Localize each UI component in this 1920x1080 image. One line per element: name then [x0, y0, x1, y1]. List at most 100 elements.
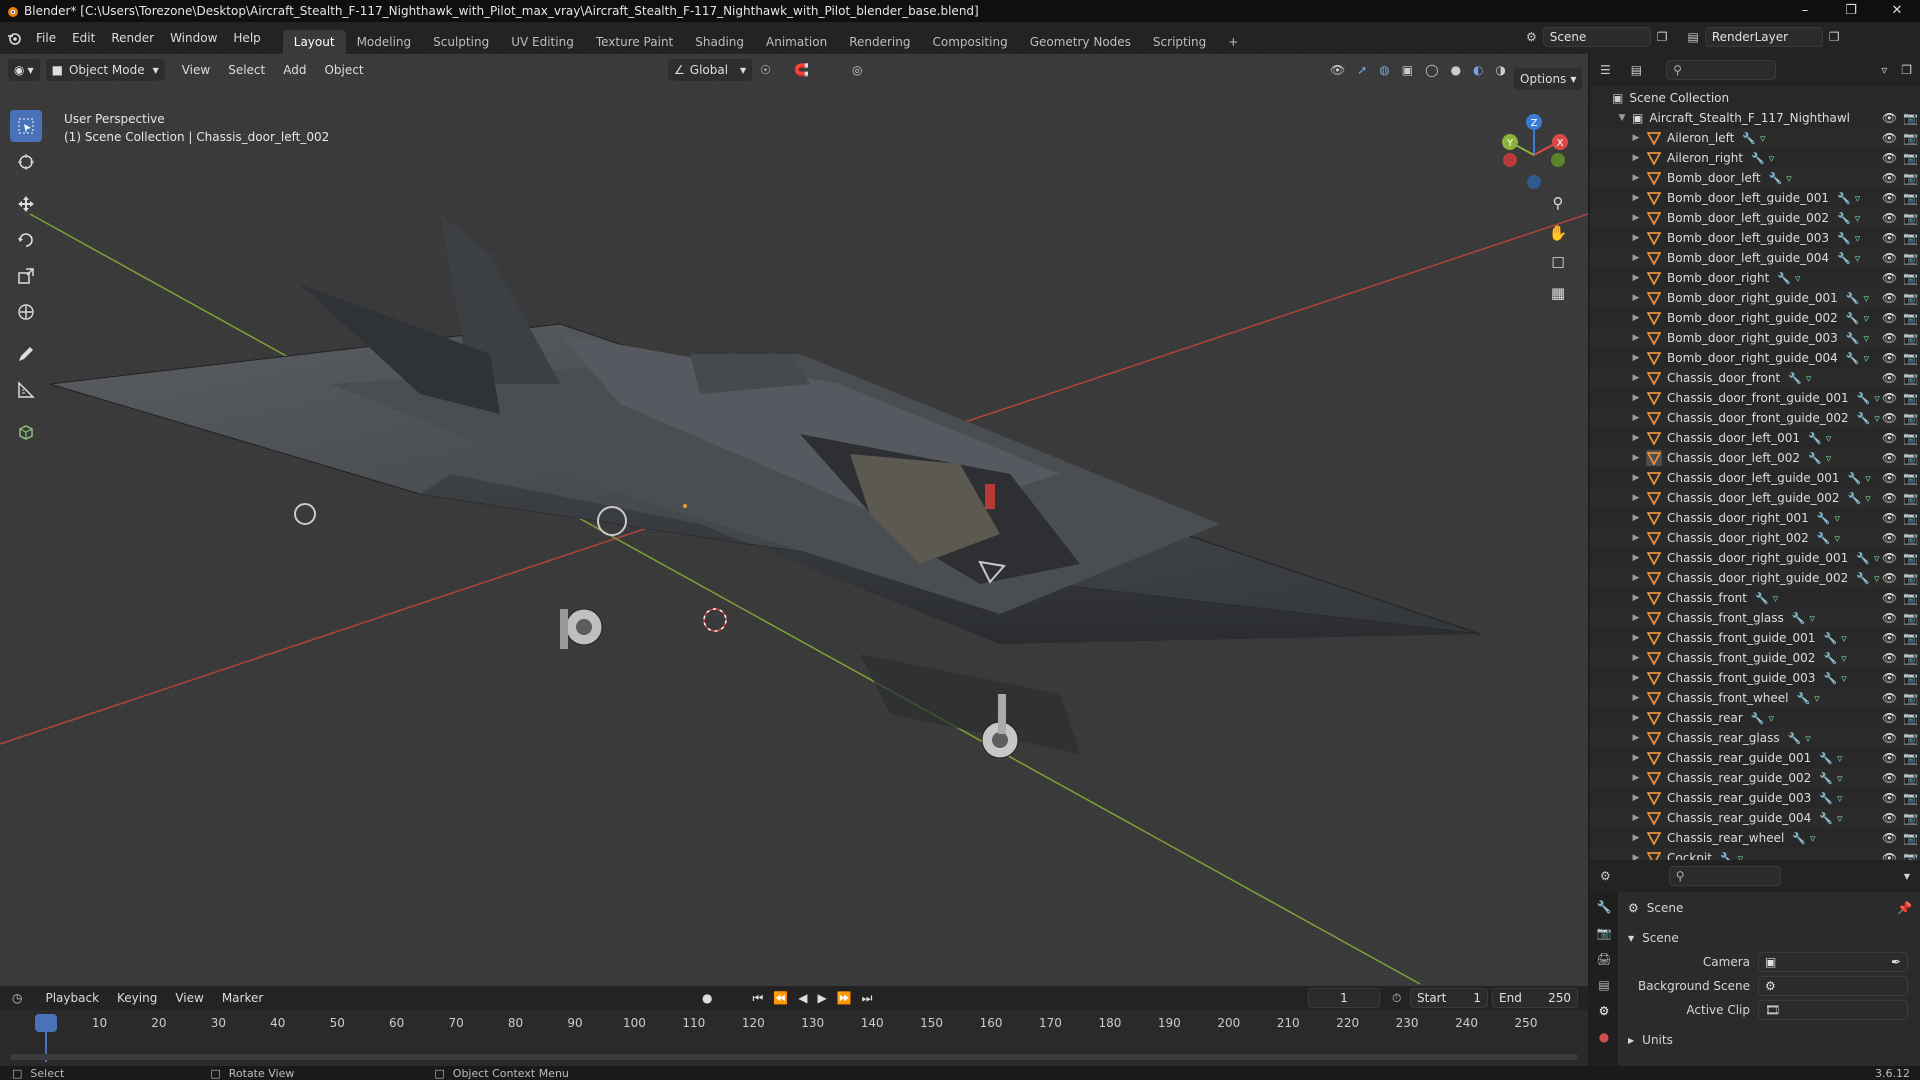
3d-viewport[interactable]: Z X Y User Perspective (1) Scene Collect… — [0, 54, 1588, 986]
mesh-data-icon[interactable]: ▿ — [1806, 372, 1812, 385]
mesh-data-icon[interactable]: ▿ — [1863, 352, 1869, 365]
eye-icon[interactable]: 👁 — [1882, 151, 1897, 165]
tab-layout[interactable]: Layout — [282, 30, 346, 54]
camera-render-icon[interactable]: 📷 — [1903, 431, 1918, 445]
pivot-icon[interactable]: ☉ — [760, 63, 771, 77]
modifier-wrench-icon[interactable]: 🔧 — [1788, 732, 1802, 745]
modifier-wrench-icon[interactable]: 🔧 — [1797, 692, 1811, 705]
tab-scripting[interactable]: Scripting — [1142, 30, 1217, 54]
scene-section-header[interactable]: ▼ Scene — [1628, 926, 1912, 950]
collapse-icon[interactable]: ▼ — [1616, 113, 1628, 123]
view-layer-selector[interactable]: RenderLayer — [1704, 27, 1823, 47]
mesh-data-icon[interactable]: ▿ — [1855, 212, 1861, 225]
eye-icon[interactable]: 👁 — [1882, 451, 1897, 465]
mesh-data-icon[interactable]: ▿ — [1760, 132, 1766, 145]
mesh-data-icon[interactable]: ▿ — [1865, 492, 1871, 505]
outliner-item[interactable]: ▶ Chassis_rear_wheel 🔧 ▿ 👁 📷 — [1590, 828, 1920, 848]
tab-texture-paint[interactable]: Texture Paint — [585, 30, 684, 54]
transform-orientation-selector[interactable]: ∠ Global ▼ — [668, 59, 753, 81]
minimize-button[interactable]: – — [1782, 0, 1828, 22]
expand-icon[interactable]: ▶ — [1630, 313, 1642, 323]
mesh-data-icon[interactable]: ▿ — [1837, 812, 1843, 825]
mesh-data-icon[interactable]: ▿ — [1768, 712, 1774, 725]
eye-icon[interactable]: 👁 — [1882, 111, 1897, 125]
expand-icon[interactable]: ▶ — [1630, 193, 1642, 203]
display-mode-icon[interactable]: ▤ — [1631, 63, 1642, 77]
eye-icon[interactable]: 👁 — [1882, 391, 1897, 405]
end-frame-field[interactable]: End 250 — [1492, 988, 1578, 1008]
outliner-item[interactable]: ▶ Bomb_door_right_guide_003 🔧 ▿ 👁 📷 — [1590, 328, 1920, 348]
mesh-data-icon[interactable]: ▿ — [1769, 152, 1775, 165]
camera-render-icon[interactable]: 📷 — [1903, 271, 1918, 285]
playhead[interactable] — [35, 1014, 57, 1032]
expand-icon[interactable]: ▶ — [1630, 273, 1642, 283]
new-view-layer-icon[interactable]: ❐ — [1829, 30, 1840, 44]
mesh-data-icon[interactable]: ▿ — [1834, 512, 1840, 525]
outliner-item[interactable]: ▶ Chassis_rear_guide_004 🔧 ▿ 👁 📷 — [1590, 808, 1920, 828]
units-section-header[interactable]: ▶ Units — [1628, 1028, 1912, 1052]
modifier-wrench-icon[interactable]: 🔧 — [1857, 392, 1871, 405]
eye-icon[interactable]: 👁 — [1882, 331, 1897, 345]
eye-icon[interactable]: 👁 — [1882, 371, 1897, 385]
annotate-tool[interactable] — [10, 338, 42, 370]
outliner-item[interactable]: ▶ Bomb_door_left_guide_004 🔧 ▿ 👁 📷 — [1590, 248, 1920, 268]
camera-render-icon[interactable]: 📷 — [1903, 331, 1918, 345]
modifier-wrench-icon[interactable]: 🔧 — [1819, 752, 1833, 765]
eye-icon[interactable]: 👁 — [1882, 491, 1897, 505]
outliner-item[interactable]: ▶ Chassis_door_left_guide_001 🔧 ▿ 👁 📷 — [1590, 468, 1920, 488]
eye-icon[interactable]: 👁 — [1882, 811, 1897, 825]
modifier-wrench-icon[interactable]: 🔧 — [1823, 652, 1837, 665]
modifier-wrench-icon[interactable]: 🔧 — [1848, 472, 1862, 485]
menu-timeline-view[interactable]: View — [166, 991, 212, 1005]
mesh-data-icon[interactable]: ▿ — [1810, 612, 1816, 625]
modifier-wrench-icon[interactable]: 🔧 — [1792, 832, 1806, 845]
camera-render-icon[interactable]: 📷 — [1903, 611, 1918, 625]
outliner-item[interactable]: ▶ Bomb_door_right 🔧 ▿ 👁 📷 — [1590, 268, 1920, 288]
menu-select[interactable]: Select — [219, 63, 274, 77]
outliner-item[interactable]: ▶ Chassis_door_front_guide_002 🔧 ▿ 👁 📷 — [1590, 408, 1920, 428]
expand-icon[interactable]: ▶ — [1630, 773, 1642, 783]
expand-icon[interactable]: ▶ — [1630, 253, 1642, 263]
eye-icon[interactable]: 👁 — [1882, 211, 1897, 225]
eye-icon[interactable]: 👁 — [1882, 791, 1897, 805]
mesh-data-icon[interactable]: ▿ — [1874, 412, 1880, 425]
outliner-item[interactable]: ▶ Chassis_front_guide_002 🔧 ▿ 👁 📷 — [1590, 648, 1920, 668]
mode-selector[interactable]: ■ Object Mode ▼ — [45, 59, 165, 81]
move-tool[interactable] — [10, 188, 42, 220]
modifier-wrench-icon[interactable]: 🔧 — [1742, 132, 1756, 145]
modifier-wrench-icon[interactable]: 🔧 — [1777, 272, 1791, 285]
outliner-item[interactable]: ▶ Bomb_door_left_guide_001 🔧 ▿ 👁 📷 — [1590, 188, 1920, 208]
eye-icon[interactable]: 👁 — [1882, 571, 1897, 585]
modifier-wrench-icon[interactable]: 🔧 — [1846, 352, 1860, 365]
timeline-editor-icon[interactable]: ◷ — [12, 991, 22, 1005]
eye-icon[interactable]: 👁 — [1882, 251, 1897, 265]
mesh-data-icon[interactable]: ▿ — [1826, 452, 1832, 465]
camera-render-icon[interactable]: 📷 — [1903, 651, 1918, 665]
mesh-data-icon[interactable]: ▿ — [1773, 592, 1779, 605]
tab-sculpting[interactable]: Sculpting — [422, 30, 500, 54]
eye-icon[interactable]: 👁 — [1882, 291, 1897, 305]
camera-render-icon[interactable]: 📷 — [1903, 831, 1918, 845]
expand-icon[interactable]: ▶ — [1630, 153, 1642, 163]
expand-icon[interactable]: ▶ — [1630, 173, 1642, 183]
camera-render-icon[interactable]: 📷 — [1903, 591, 1918, 605]
overlays-icon[interactable]: ◍ — [1379, 63, 1389, 77]
camera-render-icon[interactable]: 📷 — [1903, 371, 1918, 385]
gizmo-toggle-icon[interactable]: ➚ — [1357, 63, 1367, 77]
outliner-item[interactable]: ▶ Aileron_right 🔧 ▿ 👁 📷 — [1590, 148, 1920, 168]
view-layer-icon[interactable]: ▤ — [1688, 30, 1699, 44]
active-clip-field[interactable]: 🎞 — [1758, 1000, 1908, 1020]
outliner-item[interactable]: ▶ Chassis_door_left_001 🔧 ▿ 👁 📷 — [1590, 428, 1920, 448]
output-tab-icon[interactable]: 🖨 — [1596, 952, 1611, 966]
mesh-data-icon[interactable]: ▿ — [1863, 312, 1869, 325]
expand-icon[interactable]: ▶ — [1630, 653, 1642, 663]
viewport-scene[interactable]: Z X Y — [0, 54, 1588, 986]
expand-icon[interactable]: ▶ — [1630, 433, 1642, 443]
expand-icon[interactable]: ▶ — [1630, 333, 1642, 343]
menu-keying[interactable]: Keying — [108, 991, 166, 1005]
eye-icon[interactable]: 👁 — [1882, 711, 1897, 725]
outliner-item[interactable]: ▶ Chassis_door_left_guide_002 🔧 ▿ 👁 📷 — [1590, 488, 1920, 508]
menu-window[interactable]: Window — [162, 22, 225, 54]
tab-compositing[interactable]: Compositing — [921, 30, 1018, 54]
expand-icon[interactable]: ▶ — [1630, 633, 1642, 643]
